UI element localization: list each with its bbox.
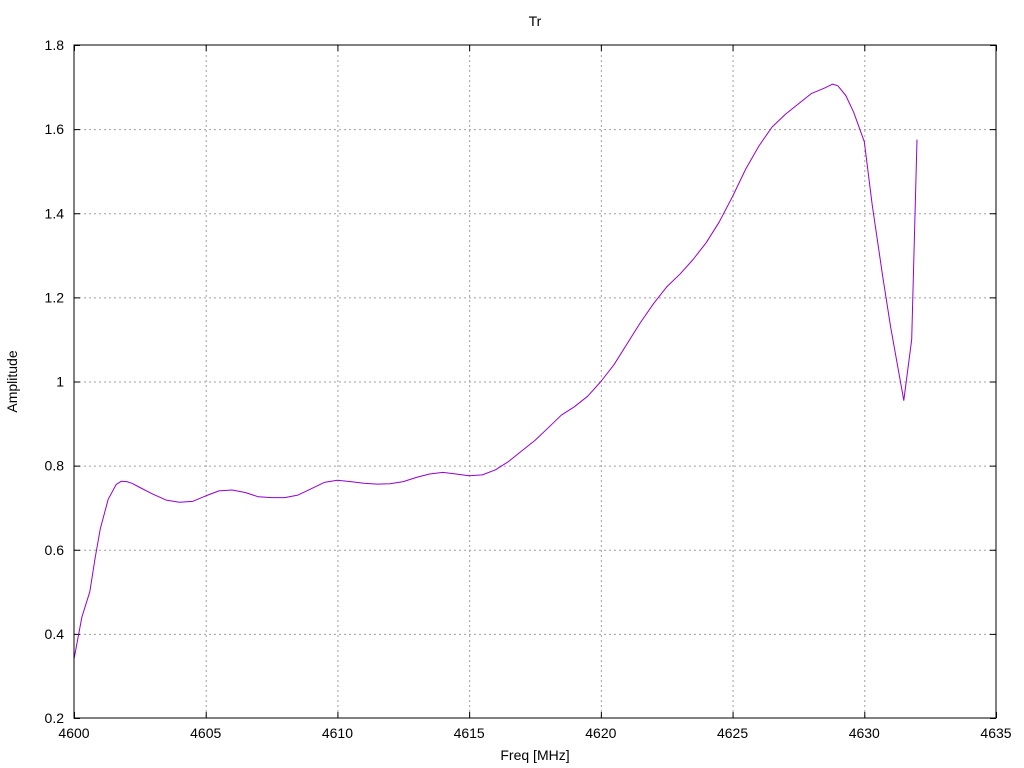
y-tick-label: 0.2 (45, 710, 65, 726)
tick-labels: 4600 4605 4610 4615 4620 4625 4630 4635 0.2 0.4 0.… (45, 37, 1012, 741)
y-tick-label: 1.4 (45, 205, 65, 221)
x-tick-label: 4635 (980, 725, 1011, 741)
y-tick-label: 1.2 (45, 289, 65, 305)
y-tick-label: 1 (56, 374, 64, 390)
x-axis-label: Freq [MHz] (500, 747, 569, 763)
y-tick-label: 1.6 (45, 121, 65, 137)
chart: 4600 4605 4610 4615 4620 4625 4630 4635 0.2 0.4 0.… (4, 13, 1012, 763)
x-tick-label: 4615 (454, 725, 485, 741)
x-tick-label: 4630 (849, 725, 880, 741)
chart-title: Tr (529, 13, 542, 29)
y-tick-label: 1.8 (45, 37, 65, 53)
x-tick-label: 4610 (322, 725, 353, 741)
x-tick-label: 4620 (585, 725, 616, 741)
y-tick-label: 0.6 (45, 542, 65, 558)
y-axis-label: Amplitude (4, 350, 20, 412)
x-tick-label: 4605 (190, 725, 221, 741)
series-line (73, 83, 918, 660)
x-tick-label: 4625 (717, 725, 748, 741)
y-tick-label: 0.4 (45, 626, 65, 642)
x-tick-label: 4600 (58, 725, 89, 741)
series-layer (73, 83, 918, 660)
grid-lines (74, 45, 996, 718)
y-tick-label: 0.8 (45, 458, 65, 474)
